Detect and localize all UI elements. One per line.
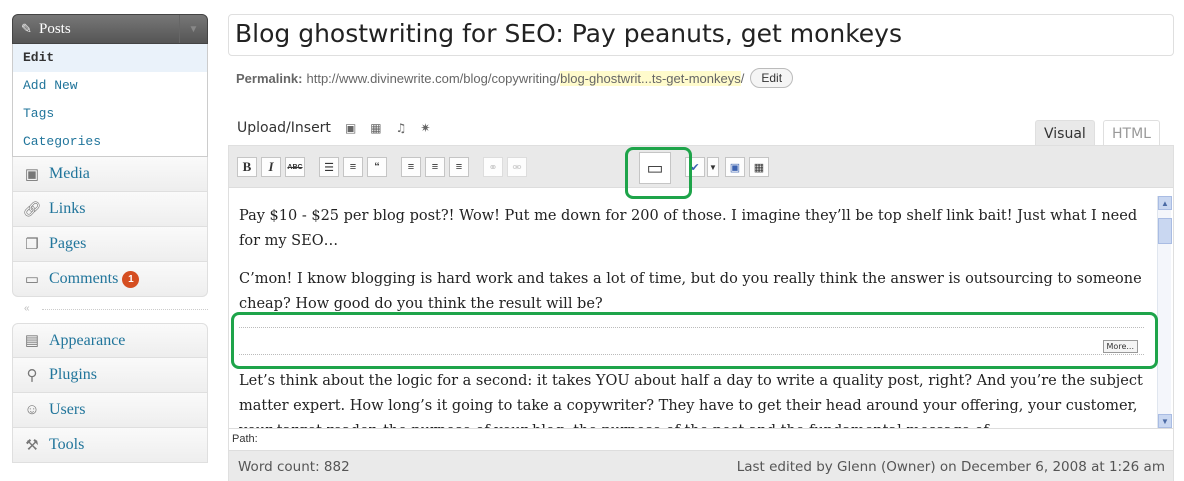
bullet-list-icon[interactable]: ☰: [319, 157, 339, 177]
menu-appearance-label: Appearance: [49, 331, 126, 349]
add-video-icon[interactable]: ▦: [370, 121, 381, 135]
posts-submenu: Edit Add New Tags Categories: [12, 44, 208, 157]
unlink-icon[interactable]: ⚮: [507, 157, 527, 177]
editor-content-continued[interactable]: Let’s think about the logic for a second…: [239, 369, 1144, 429]
add-media-icon[interactable]: ✷: [420, 121, 430, 135]
upload-insert-label: Upload/Insert: [237, 120, 331, 136]
menu-plugins[interactable]: ⚲ Plugins: [12, 358, 208, 393]
insert-more-tag-icon[interactable]: ▭: [639, 152, 671, 184]
permalink-row: Permalink: http://www.divinewrite.com/bl…: [236, 66, 794, 90]
menu-media[interactable]: ▣ Media: [12, 157, 208, 192]
tab-html[interactable]: HTML: [1103, 120, 1160, 146]
menu-pages-label: Pages: [49, 235, 87, 252]
content-paragraph: Let’s think about the logic for a second…: [239, 373, 1143, 429]
submenu-item-categories[interactable]: Categories: [13, 128, 207, 156]
align-left-icon[interactable]: ≡: [401, 157, 421, 177]
editor-status-bar: Word count: 882 Last edited by Glenn (Ow…: [229, 450, 1173, 481]
bold-button[interactable]: B: [237, 157, 257, 177]
pages-icon: ❐: [25, 236, 39, 253]
kitchen-sink-icon[interactable]: ▦: [749, 157, 769, 177]
menu-plugins-label: Plugins: [49, 366, 98, 383]
strikethrough-button[interactable]: ABC: [285, 157, 305, 177]
submenu-item-edit[interactable]: Edit: [13, 44, 207, 72]
add-image-icon[interactable]: ▣: [345, 121, 356, 135]
editor-path-bar: Path:: [229, 428, 1173, 450]
insert-link-icon[interactable]: ⚭: [483, 157, 503, 177]
menu-users[interactable]: ☺ Users: [12, 393, 208, 428]
path-label: Path:: [232, 433, 258, 445]
menu-separator: «: [12, 297, 208, 323]
users-icon: ☺: [24, 401, 40, 418]
scroll-down-icon[interactable]: ▼: [1158, 414, 1172, 428]
menu-posts[interactable]: ✎ Posts ▼: [12, 14, 208, 44]
permalink-base: http://www.divinewrite.com/blog/copywrit…: [306, 70, 561, 86]
menu-comments[interactable]: ▭ Comments 1: [12, 262, 208, 297]
post-title-input[interactable]: Blog ghostwriting for SEO: Pay peanuts, …: [228, 14, 1174, 56]
blockquote-icon[interactable]: “: [367, 157, 387, 177]
collapse-menu-icon[interactable]: «: [24, 303, 30, 314]
permalink-trailing-slash: /: [740, 70, 745, 86]
menu-posts-label: Posts: [39, 20, 71, 37]
content-paragraph: Pay $10 - $25 per blog post?! Wow! Put m…: [239, 208, 1138, 249]
comments-icon: ▭: [24, 271, 40, 288]
media-buttons: Upload/Insert ▣ ▦ ♫ ✷: [237, 120, 430, 136]
content-paragraph: C’mon! I know blogging is hard work and …: [239, 271, 1142, 312]
submenu-item-add-new[interactable]: Add New: [13, 72, 207, 100]
editor-content[interactable]: Pay $10 - $25 per blog post?! Wow! Put m…: [239, 204, 1144, 330]
menu-pages[interactable]: ❐ Pages: [12, 227, 208, 262]
spellcheck-dropdown-icon[interactable]: ▼: [707, 157, 719, 177]
tab-visual[interactable]: Visual: [1035, 120, 1095, 146]
italic-button[interactable]: I: [261, 157, 281, 177]
menu-comments-label: Comments: [49, 270, 119, 287]
pushpin-icon: ✎: [21, 21, 32, 36]
editor-toolbar: B I ABC ☰ ≡ “ ≡ ≡ ≡ ⚭ ⚮ ▭ ✔ ▼ ▣ ▦: [229, 146, 1173, 188]
more-break-line[interactable]: More...: [239, 327, 1144, 355]
last-edited-info: Last edited by Glenn (Owner) on December…: [736, 459, 1165, 475]
numbered-list-icon[interactable]: ≡: [343, 157, 363, 177]
permalink-edit-button[interactable]: Edit: [750, 68, 794, 88]
more-tag-label: More...: [1102, 340, 1138, 353]
scroll-thumb[interactable]: [1158, 218, 1172, 244]
separator-line: [42, 309, 208, 310]
appearance-icon: ▤: [24, 333, 40, 349]
plugins-icon: ⚲: [26, 367, 38, 384]
post-editor: B I ABC ☰ ≡ “ ≡ ≡ ≡ ⚭ ⚮ ▭ ✔ ▼ ▣ ▦ Pay $1…: [228, 145, 1174, 481]
align-center-icon[interactable]: ≡: [425, 157, 445, 177]
menu-links-label: Links: [49, 200, 86, 217]
align-right-icon[interactable]: ≡: [449, 157, 469, 177]
links-icon: 🔗︎: [22, 201, 42, 218]
fullscreen-icon[interactable]: ▣: [725, 157, 745, 177]
spellcheck-icon[interactable]: ✔: [685, 157, 705, 177]
menu-users-label: Users: [49, 401, 86, 418]
menu-links[interactable]: 🔗︎ Links: [12, 192, 208, 227]
add-audio-icon[interactable]: ♫: [396, 121, 407, 135]
word-count: Word count: 882: [238, 459, 350, 475]
submenu-item-tags[interactable]: Tags: [13, 100, 207, 128]
menu-appearance[interactable]: ▤ Appearance: [12, 323, 208, 358]
scroll-up-icon[interactable]: ▲: [1158, 196, 1172, 210]
comments-count-badge: 1: [122, 270, 140, 288]
permalink-slug[interactable]: blog-ghostwrit...ts-get-monkeys: [560, 70, 741, 86]
permalink-label: Permalink:: [236, 70, 303, 86]
menu-tools-label: Tools: [49, 436, 85, 453]
menu-media-label: Media: [49, 165, 90, 182]
tools-icon: ⚒: [25, 437, 39, 454]
admin-sidebar: ✎ Posts ▼ Edit Add New Tags Categories ▣…: [12, 14, 208, 481]
menu-tools[interactable]: ⚒ Tools: [12, 428, 208, 463]
media-icon: ▣: [24, 166, 40, 183]
editor-scrollbar[interactable]: ▲ ▼: [1157, 196, 1172, 428]
submenu-toggle-icon[interactable]: ▼: [179, 15, 207, 43]
